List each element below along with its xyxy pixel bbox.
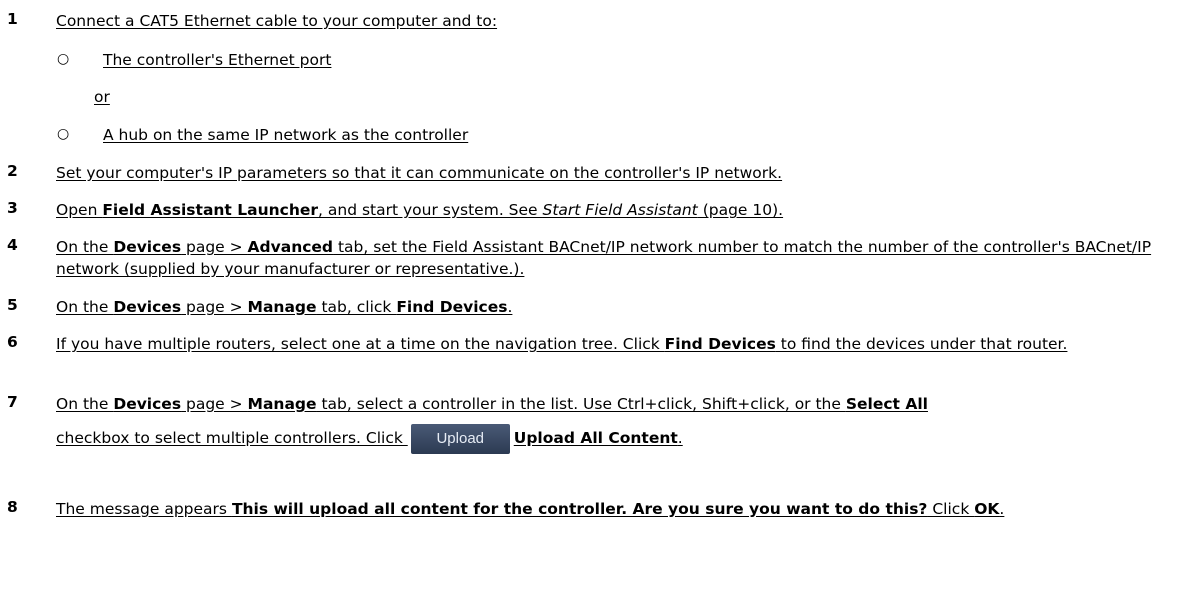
bullet-icon: ○ <box>57 126 70 142</box>
step-number: 8 <box>7 498 18 516</box>
bold-run: Find Devices <box>396 298 508 316</box>
bold-run: Upload All Content <box>513 429 678 447</box>
step-number: 1 <box>7 10 18 28</box>
step-text[interactable]: On the Devices page > Manage tab, select… <box>56 387 1167 455</box>
sub-item-text[interactable]: The controller's Ethernet port <box>103 51 331 69</box>
bold-run: Find Devices <box>664 335 776 353</box>
text-run: checkbox to select multiple controllers.… <box>56 429 408 447</box>
italic-link[interactable]: Start Field Assistant <box>543 201 698 219</box>
text-run: tab, select a controller in the list. Us… <box>316 395 846 413</box>
step-number: 6 <box>7 333 18 351</box>
bullet-icon: ○ <box>57 51 70 67</box>
text-run: If you have multiple routers, select one… <box>56 335 665 353</box>
text-run: to find the devices under that router. <box>775 335 1068 353</box>
text-run: . <box>999 500 1005 518</box>
bold-run: Field Assistant Launcher <box>102 201 319 219</box>
bold-run: Manage <box>247 298 317 316</box>
bold-run: Devices <box>113 238 182 256</box>
sub-item-text[interactable]: A hub on the same IP network as the cont… <box>103 126 468 144</box>
step-number: 3 <box>7 199 18 217</box>
step-text[interactable]: Open Field Assistant Launcher, and start… <box>56 199 1167 221</box>
step-number: 5 <box>7 296 18 314</box>
text-run: On the <box>56 395 114 413</box>
upload-button[interactable]: Upload <box>410 423 510 454</box>
bold-run: Devices <box>113 298 182 316</box>
text-run: Click <box>927 500 975 518</box>
text-run: (page 10). <box>697 201 784 219</box>
bold-run: OK <box>974 500 1000 518</box>
text-run: On the <box>56 298 114 316</box>
step-text[interactable]: If you have multiple routers, select one… <box>56 333 1167 355</box>
step-text[interactable]: The message appears This will upload all… <box>56 498 1167 520</box>
bold-run: This will upload all content for the con… <box>231 500 928 518</box>
text-run: page > <box>181 238 248 256</box>
text-run: tab, click <box>316 298 397 316</box>
text-run: . <box>507 298 513 316</box>
text-run: Open <box>56 201 103 219</box>
bold-run: Advanced <box>247 238 334 256</box>
bold-run: Manage <box>247 395 317 413</box>
bold-run: Select All <box>845 395 928 413</box>
text-run: . <box>677 429 683 447</box>
step-text[interactable]: On the Devices page > Advanced tab, set … <box>56 236 1167 280</box>
text-run: page > <box>181 395 248 413</box>
text-run: The message appears <box>56 500 232 518</box>
text-run: On the <box>56 238 114 256</box>
step-text[interactable]: Set your computer's IP parameters so tha… <box>56 162 1167 184</box>
step-text[interactable]: Connect a CAT5 Ethernet cable to your co… <box>56 10 1167 32</box>
or-text[interactable]: or <box>94 88 110 106</box>
step-number: 2 <box>7 162 18 180</box>
text-run: , and start your system. See <box>318 201 543 219</box>
bold-run: Devices <box>113 395 182 413</box>
step-number: 4 <box>7 236 18 254</box>
text-run: page > <box>181 298 248 316</box>
step-text[interactable]: On the Devices page > Manage tab, click … <box>56 296 1167 318</box>
step-number: 7 <box>7 393 18 411</box>
